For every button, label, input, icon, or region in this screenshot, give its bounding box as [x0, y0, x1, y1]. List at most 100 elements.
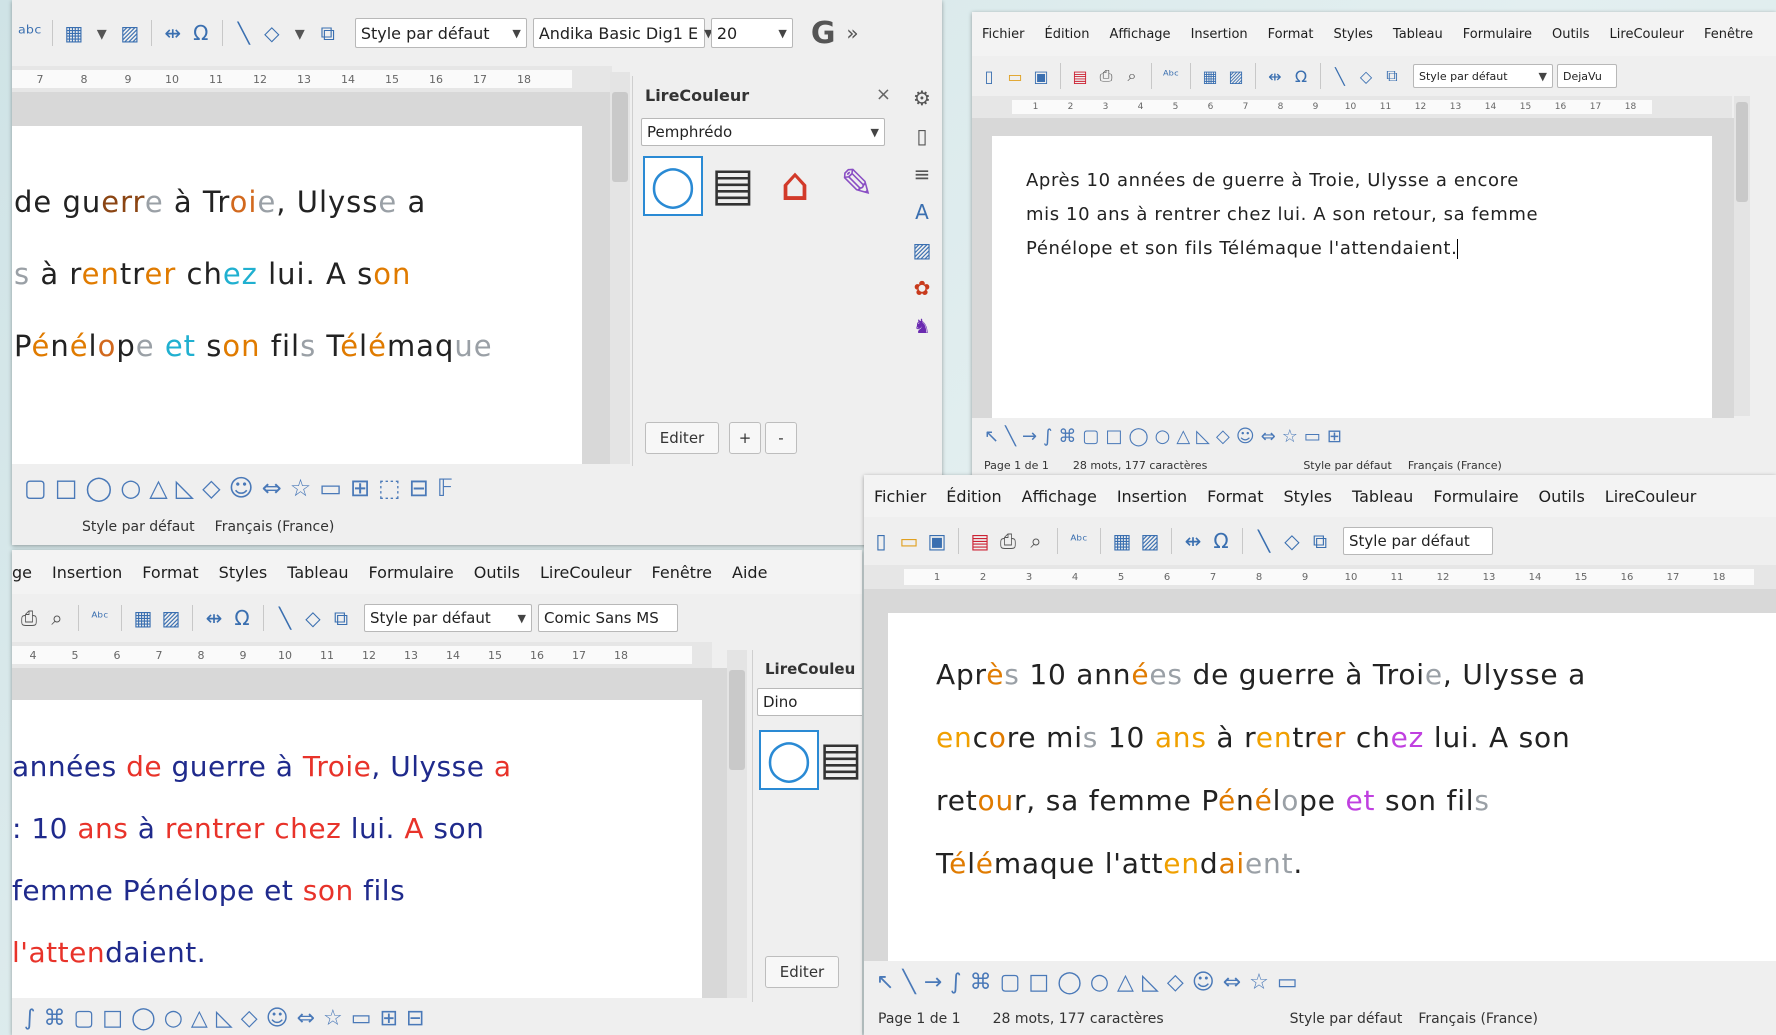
styles-icon[interactable]: ≡ [908, 160, 936, 188]
arrow-icon[interactable]: ⇔ [1223, 970, 1241, 995]
rectangle-icon[interactable]: ▢ [24, 474, 47, 502]
preview-icon[interactable]: ⌕ [1121, 66, 1143, 86]
menu-item[interactable]: Format [132, 563, 208, 582]
flowchart-icon[interactable]: ⊞ [1327, 426, 1342, 447]
spelling-icon[interactable]: ᴬᵇᶜ [1160, 69, 1182, 84]
new-document-icon[interactable]: ▯ [978, 67, 1000, 86]
curve-icon[interactable]: ∫ [24, 1006, 35, 1031]
menu-item[interactable]: LireCouleur [1595, 487, 1707, 506]
menu-item[interactable]: Édition [936, 487, 1011, 506]
menu-item[interactable]: LireCouleur [1600, 27, 1694, 42]
new-document-icon[interactable]: ▯ [870, 529, 892, 553]
flowchart-icon[interactable]: ⊞ [350, 474, 370, 502]
export-pdf-icon[interactable]: ▤ [969, 529, 991, 553]
arrow-line-icon[interactable]: → [924, 970, 942, 995]
vertical-scrollbar[interactable] [610, 72, 630, 464]
right-triangle-icon[interactable]: ◺ [216, 1006, 233, 1031]
ellipse-icon[interactable]: ◯ [1057, 970, 1082, 995]
document-icon[interactable]: ▤ [819, 730, 862, 786]
preview-icon[interactable]: ⌕ [1025, 529, 1047, 553]
frame-icon[interactable]: ⧉ [330, 606, 352, 630]
menu-item[interactable]: Styles [1273, 487, 1342, 506]
line-icon[interactable]: ╲ [1329, 67, 1351, 86]
add-button[interactable]: + [729, 422, 761, 454]
save-icon[interactable]: ▣ [1030, 67, 1052, 86]
remove-button[interactable]: - [765, 422, 797, 454]
document-page[interactable]: années de guerre à Troie, Ulysse a: 10 a… [12, 700, 702, 998]
export-pdf-icon[interactable]: ▤ [1069, 67, 1091, 86]
ellipse-icon[interactable]: ◯ [85, 474, 112, 502]
table-icon[interactable]: ▦ [1111, 529, 1133, 553]
menu-item[interactable]: Édition [1035, 27, 1100, 42]
smiley-icon[interactable]: ☺ [1192, 970, 1215, 995]
fontwork-icon[interactable]: 𝔽 [437, 474, 453, 502]
line-icon[interactable]: ╲ [1005, 426, 1016, 447]
menu-item[interactable]: Fichier [864, 487, 936, 506]
table-icon[interactable]: ▦ [63, 21, 85, 45]
style-combo[interactable]: Style par défaut ▼ [354, 18, 527, 48]
polygon-icon[interactable]: ⌘ [970, 970, 992, 995]
house-icon[interactable]: ⌂ [765, 156, 825, 212]
style-combo[interactable]: Style par défaut [1343, 527, 1493, 555]
special-char-icon[interactable]: Ω [1210, 529, 1232, 553]
arrow-icon[interactable]: ⇔ [1261, 426, 1276, 447]
star-icon[interactable]: ☆ [323, 1006, 343, 1031]
rectangle-icon[interactable]: ▢ [1000, 970, 1021, 995]
menu-item[interactable]: Fenêtre [1694, 27, 1763, 42]
circle-icon[interactable]: ○ [164, 1006, 183, 1031]
page-break-icon[interactable]: ⇹ [1264, 67, 1286, 86]
special-char-icon[interactable]: Ω [231, 606, 253, 630]
menu-item[interactable]: Insertion [1181, 27, 1258, 42]
font-combo[interactable]: DejaVu [1557, 64, 1617, 88]
flowchart-icon[interactable]: ⊞ [380, 1006, 398, 1031]
shapes-icon[interactable]: ◇ [1281, 529, 1303, 553]
star-icon[interactable]: ☆ [1282, 426, 1298, 447]
rectangle-icon[interactable]: ▢ [1082, 426, 1099, 447]
image-icon[interactable]: ▨ [1225, 67, 1247, 86]
polygon-icon[interactable]: ⌘ [1058, 426, 1076, 447]
style-combo[interactable]: Style par défaut ▼ [364, 604, 532, 632]
star-icon[interactable]: ☆ [290, 474, 312, 502]
profile-select[interactable]: Dino [757, 688, 862, 716]
circle-icon[interactable]: ○ [1090, 970, 1109, 995]
spellcheck-icon[interactable]: ᵃᵇᶜ [18, 21, 42, 45]
frame-icon[interactable]: ⧉ [1309, 529, 1331, 553]
line-icon[interactable]: ╲ [274, 606, 296, 630]
ellipse-icon[interactable]: ◯ [1128, 426, 1148, 447]
document-page[interactable]: Après 10 années de guerre à Troie, Ulyss… [888, 613, 1776, 961]
print-icon[interactable]: ⎙ [1095, 66, 1117, 86]
menu-item[interactable]: Outils [1529, 487, 1595, 506]
open-icon[interactable]: ▭ [898, 529, 920, 553]
font-combo[interactable]: Andika Basic Dig1 E ▼ [532, 18, 713, 48]
image-icon[interactable]: ▨ [119, 21, 141, 45]
image-icon[interactable]: ▨ [160, 606, 182, 630]
menu-item[interactable]: Fenêtre [642, 563, 723, 582]
user-profile-icon[interactable]: ◯ [759, 730, 819, 790]
callout-icon[interactable]: ▭ [1304, 426, 1321, 447]
line-icon[interactable]: ╲ [233, 21, 255, 45]
frame-icon[interactable]: ⧉ [1381, 66, 1403, 86]
edit-button[interactable]: Editer [645, 422, 719, 454]
edit-button[interactable]: Editer [765, 956, 839, 988]
open-icon[interactable]: ▭ [1004, 67, 1026, 86]
square-icon[interactable]: □ [1105, 426, 1122, 447]
rectangle-icon[interactable]: ▢ [73, 1006, 94, 1031]
menu-item[interactable]: Tableau [1342, 487, 1423, 506]
lirecouleur-icon[interactable]: ♞ [908, 312, 936, 340]
bold-icon[interactable]: G [811, 16, 836, 51]
triangle-icon[interactable]: △ [191, 1006, 208, 1031]
frame-icon[interactable]: ⧉ [317, 21, 339, 45]
shapes-icon[interactable]: ◇ [302, 606, 324, 630]
special-char-icon[interactable]: Ω [190, 21, 212, 45]
chameleon-icon[interactable]: ✿ [908, 274, 936, 302]
menu-item[interactable]: Aide [722, 563, 777, 582]
menu-item[interactable]: Formulaire [1423, 487, 1528, 506]
document-icon[interactable]: ▤ [705, 156, 761, 212]
shapes-icon[interactable]: ◇ [261, 21, 283, 45]
menu-item[interactable]: Affichage [1012, 487, 1107, 506]
size-combo[interactable]: 20 ▼ [710, 18, 793, 48]
triangle-icon[interactable]: △ [1117, 970, 1134, 995]
style-combo[interactable]: Style par défaut ▼ [1413, 64, 1553, 88]
vertical-scrollbar[interactable] [727, 650, 747, 998]
print-icon[interactable]: ⎙ [18, 606, 40, 630]
